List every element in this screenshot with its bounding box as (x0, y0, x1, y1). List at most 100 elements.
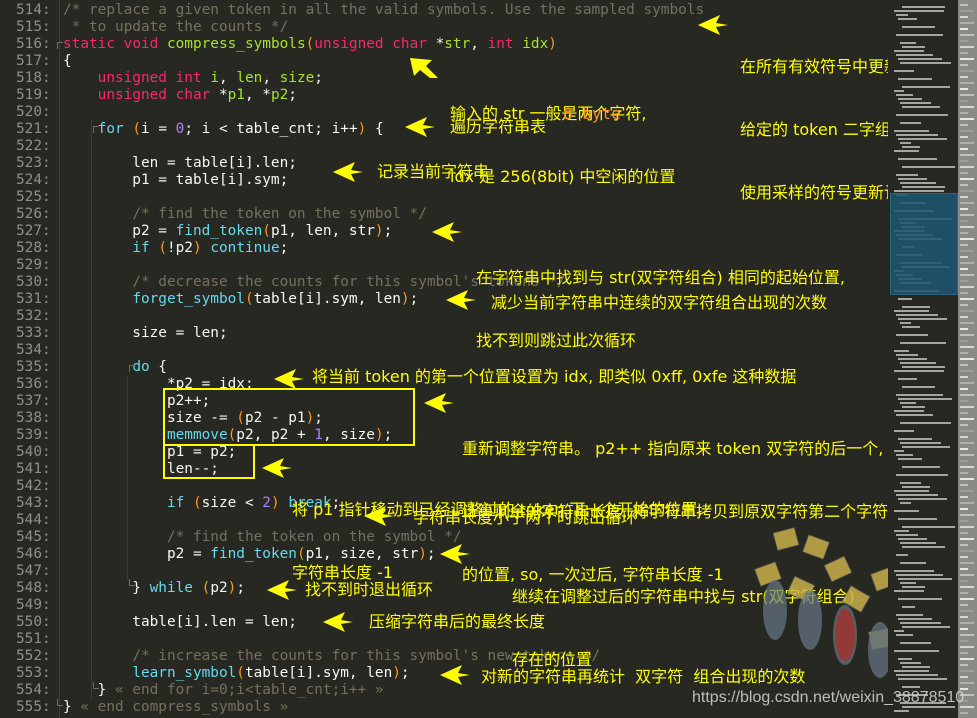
line-number: 537: (16, 393, 51, 409)
code-token: ; (236, 580, 245, 596)
minimap-line (900, 582, 916, 584)
code-token: } (63, 699, 81, 715)
minimap-line (896, 114, 948, 116)
scrollbar-mark (960, 130, 974, 132)
annotation-record: 记录当前字符串 (377, 162, 490, 181)
scrollbar-mark (960, 646, 974, 648)
scrollbar-mark (960, 214, 974, 216)
code-token: , (262, 70, 280, 86)
code-token: table[i].len = len; (63, 614, 297, 630)
code-token: ( (236, 665, 245, 681)
scrollbar-mark (960, 322, 974, 324)
annotation-while: 找不到时退出循环 (305, 580, 434, 599)
fold-marker[interactable] (129, 365, 135, 372)
line-number: 523: (16, 155, 51, 171)
minimap-line (894, 450, 904, 452)
annotation-break: 字符串长度小于两个时跳出循环 (413, 508, 638, 527)
scrollbar-mark (960, 10, 974, 12)
scrollbar-mark (960, 172, 968, 174)
line-number: 520: (16, 104, 51, 120)
minimap-viewport[interactable] (890, 193, 958, 295)
code-token: p2 = (63, 546, 211, 562)
scrollbar-mark (960, 550, 974, 552)
code-token: p2 (210, 580, 228, 596)
minimap-line (898, 298, 912, 300)
minimap-line (896, 474, 948, 476)
line-number: 536: (16, 376, 51, 392)
minimap-line (898, 358, 927, 360)
code-token: 2 (262, 495, 271, 511)
line-number: 540: (16, 444, 51, 460)
code-token: * to update the counts */ (63, 19, 289, 35)
minimap-line (898, 678, 947, 680)
minimap-line (900, 402, 916, 404)
minimap-line (900, 622, 941, 624)
minimap-line (898, 318, 947, 320)
scrollbar-mark (960, 190, 974, 192)
annotation-loop: 遍历字符串表 (450, 117, 547, 136)
scrollbar-mark (960, 634, 974, 636)
scrollbar-mark (960, 424, 968, 426)
annotation-line: 在字符串中找到与 str(双字符组合) 相同的起始位置, (476, 268, 845, 287)
minimap-line (902, 386, 935, 388)
scrollbar-mark (960, 526, 974, 528)
annotation-line: 找不到则跳过此次循环 (476, 331, 637, 350)
arrow-left-icon (446, 290, 476, 310)
minimap-line (894, 670, 929, 672)
scrollbar-mark (960, 664, 968, 666)
code-token: len = table[i].len; (63, 155, 297, 171)
arrow-left-icon (262, 458, 292, 478)
code-token: while (149, 580, 193, 596)
code-token: size = len; (63, 325, 228, 341)
minimap-line (900, 342, 946, 344)
minimap-line (902, 466, 940, 468)
minimap[interactable] (888, 0, 958, 718)
scrollbar-mark (960, 340, 968, 342)
scrollbar-mark (960, 670, 974, 672)
code-text: } « end compress_symbols » (63, 699, 288, 716)
code-token: { (149, 359, 167, 375)
minimap-line (894, 430, 914, 432)
minimap-line (900, 482, 921, 484)
code-token: unsigned (314, 36, 384, 52)
line-number: 522: (16, 138, 51, 154)
code-token: p1, len, str (270, 223, 375, 239)
code-token: p2 = (63, 223, 176, 239)
code-token: ; (400, 665, 410, 681)
code-token: ) (374, 223, 384, 239)
minimap-line (894, 630, 904, 632)
scrollbar-mark (960, 100, 968, 102)
code-token: int (487, 36, 514, 52)
scrollbar-mark (960, 286, 974, 288)
minimap-line (894, 190, 944, 192)
scrollbar-mark (960, 166, 974, 168)
scrollbar-mark (960, 232, 968, 234)
scrollbar-mark (960, 310, 974, 312)
line-number: 550: (16, 614, 51, 630)
minimap-line (898, 178, 927, 180)
scrollbar-mark (960, 160, 968, 162)
code-token: if (166, 495, 185, 511)
code-token: ; (409, 291, 419, 307)
code-token: , (218, 70, 237, 86)
minimap-line (900, 62, 951, 64)
code-token: find_token (210, 546, 297, 562)
scrollbar-mark (960, 250, 974, 252)
arrow-up-left-icon (410, 58, 438, 78)
code-token: /* replace a given token in all the vali… (63, 2, 705, 18)
minimap-line (896, 554, 908, 556)
line-number: 527: (16, 223, 51, 239)
scrollbar-mark (960, 460, 968, 462)
scrollbar-mark (960, 4, 968, 6)
code-text: p2 = find_token(p1, len, str); (63, 223, 392, 240)
minimap-line (898, 658, 912, 660)
fold-marker[interactable] (93, 126, 99, 133)
code-token: p1 (227, 87, 245, 103)
minimap-line (898, 398, 952, 400)
scrollbar-mark (960, 202, 974, 204)
fold-marker[interactable] (57, 42, 63, 49)
scrollbar[interactable] (958, 0, 977, 718)
